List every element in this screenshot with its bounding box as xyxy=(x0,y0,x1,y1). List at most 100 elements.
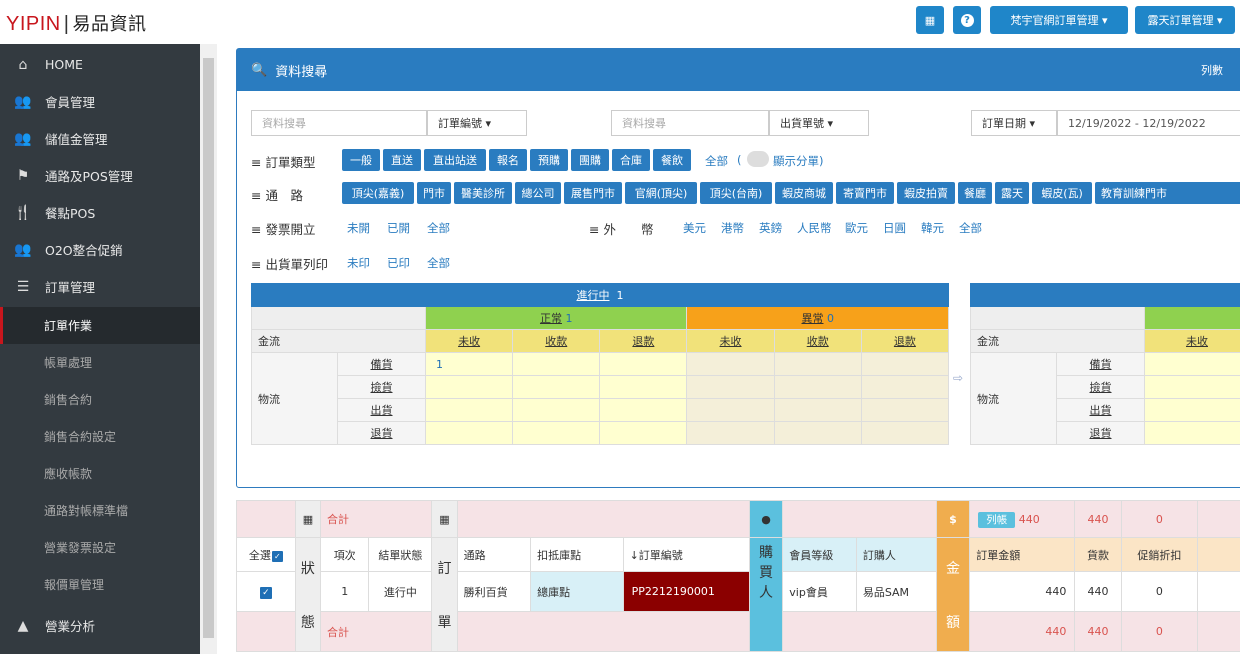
currency-option[interactable]: 美元 xyxy=(683,220,706,236)
order-type-chip[interactable]: 預購 xyxy=(530,149,568,171)
status-cell[interactable] xyxy=(860,398,950,422)
logistics-row-text[interactable]: 退貨 xyxy=(1090,427,1112,440)
status-cell[interactable] xyxy=(1144,375,1240,399)
channel-chip[interactable]: 餐廳 xyxy=(958,182,992,204)
channel-chip[interactable]: 醫美診所 xyxy=(454,182,512,204)
sidebar-item-members[interactable]: 👥 會員管理 xyxy=(0,83,200,120)
cash-col-label[interactable]: 未收 xyxy=(458,335,480,348)
col-channel[interactable]: 通路 xyxy=(456,537,532,572)
status-cell[interactable] xyxy=(773,398,862,422)
currency-option[interactable]: 港幣 xyxy=(721,220,744,236)
channel-chip[interactable]: 教育訓練門市 xyxy=(1095,182,1240,204)
status-cell[interactable] xyxy=(599,375,688,399)
cash-col-label[interactable]: 退款 xyxy=(894,335,916,348)
channel-chip[interactable]: 蝦皮拍賣 xyxy=(897,182,955,204)
order-type-chip[interactable]: 餐飲 xyxy=(653,149,691,171)
logistics-row-text[interactable]: 退貨 xyxy=(371,427,393,440)
cash-col-label[interactable]: 收款 xyxy=(807,335,829,348)
sidebar-item-home[interactable]: ⌂ HOME xyxy=(0,46,200,83)
search-input-shipment[interactable]: 資料搜尋 xyxy=(611,110,769,136)
normal-header[interactable]: 正常 1 xyxy=(424,306,688,330)
cols-label[interactable]: 列數 xyxy=(1201,62,1223,78)
order-type-all[interactable]: 全部 xyxy=(705,153,728,169)
sidebar-item-channels[interactable]: ⚑ 通路及POS管理 xyxy=(0,157,200,194)
channel-chip[interactable]: 露天 xyxy=(995,182,1029,204)
logistics-row-label[interactable]: 撿貨 xyxy=(337,375,426,399)
logistics-row-label[interactable]: 撿貨 xyxy=(1056,375,1145,399)
help-button[interactable]: ? xyxy=(953,6,981,34)
cash-col[interactable]: 未收 xyxy=(686,329,775,353)
row-checkbox[interactable]: ✓ xyxy=(236,571,296,612)
sidebar-sub-order-ops[interactable]: 訂單作業 xyxy=(0,307,200,344)
status-cell[interactable] xyxy=(686,398,775,422)
status-cell[interactable]: 1 xyxy=(424,352,514,376)
status-cell[interactable] xyxy=(512,375,601,399)
logistics-row-label[interactable]: 備貨 xyxy=(1056,352,1145,376)
col-level[interactable]: 會員等級 xyxy=(782,537,857,572)
col-amount[interactable]: 訂單金額 xyxy=(969,537,1076,572)
sidebar-sub-quotes[interactable]: 報價單管理 xyxy=(0,566,200,603)
status-cell[interactable] xyxy=(686,375,775,399)
sidebar-item-analytics[interactable]: ▲ 營業分析 xyxy=(0,607,200,644)
channel-chip[interactable]: 蝦皮(瓦) xyxy=(1032,182,1092,204)
sidebar-item-stored-value[interactable]: 👥 儲值金管理 xyxy=(0,120,200,157)
cash-col[interactable]: 收款 xyxy=(512,329,601,353)
normal-label[interactable]: 正常 xyxy=(540,312,562,325)
col-buyer[interactable]: 訂購人 xyxy=(855,537,937,572)
table-row[interactable]: ✓ 1 進行中 勝利百貨 總庫點 PP2212190001 vip會員 易品SA… xyxy=(236,571,1240,612)
status-cell[interactable] xyxy=(860,352,950,376)
logo[interactable]: YIPIN | 易品資訊 xyxy=(6,10,146,36)
date-range-input[interactable]: 12/19/2022 - 12/19/2022 xyxy=(1057,110,1240,136)
menu-button-official[interactable]: 梵宇官網訂單管理 ▾ xyxy=(990,6,1128,34)
status-cell[interactable] xyxy=(773,421,862,445)
sidebar-sub-billing[interactable]: 帳單處理 xyxy=(0,344,200,381)
status-cell[interactable] xyxy=(773,352,862,376)
status-title[interactable]: 進行中 xyxy=(577,289,610,302)
logistics-row-text[interactable]: 出貨 xyxy=(1090,404,1112,417)
logistics-row-label[interactable]: 出貨 xyxy=(337,398,426,422)
order-type-chip[interactable]: 合庫 xyxy=(612,149,650,171)
date-field-dropdown[interactable]: 訂單日期 ▾ xyxy=(971,110,1057,136)
shipment-field-dropdown[interactable]: 出貨單號 ▾ xyxy=(769,110,869,136)
channel-chip[interactable]: 蝦皮商城 xyxy=(775,182,833,204)
order-type-chip[interactable]: 直送 xyxy=(383,149,421,171)
sidebar-sub-contracts[interactable]: 銷售合約 xyxy=(0,381,200,418)
abnormal-label[interactable]: 異常 xyxy=(801,312,823,325)
logistics-row-text[interactable]: 出貨 xyxy=(371,404,393,417)
status-cell[interactable] xyxy=(599,421,688,445)
menu-button-ruten[interactable]: 露天訂單管理 ▾ xyxy=(1135,6,1235,34)
channel-chip[interactable]: 展售門市 xyxy=(564,182,622,204)
status-cell[interactable] xyxy=(424,398,514,422)
order-type-chip[interactable]: 一般 xyxy=(342,149,380,171)
cash-col[interactable]: 未收 xyxy=(1144,329,1240,353)
checkbox-icon[interactable]: ✓ xyxy=(259,586,272,599)
status-cell[interactable] xyxy=(1144,421,1240,445)
list-button[interactable]: 列帳 xyxy=(978,511,1016,528)
logistics-row-label[interactable]: 退貨 xyxy=(337,421,426,445)
status-cell[interactable] xyxy=(599,398,688,422)
logistics-row-text[interactable]: 備貨 xyxy=(371,358,393,371)
logistics-row-label[interactable]: 出貨 xyxy=(1056,398,1145,422)
status-cell[interactable] xyxy=(424,421,514,445)
status-cell[interactable] xyxy=(686,352,775,376)
status-cell[interactable] xyxy=(860,421,950,445)
logistics-row-text[interactable]: 撿貨 xyxy=(1090,381,1112,394)
cash-col[interactable]: 收款 xyxy=(773,329,862,353)
cash-col[interactable]: 退款 xyxy=(860,329,950,353)
split-order-toggle[interactable] xyxy=(747,151,769,167)
status-cell[interactable] xyxy=(599,352,688,376)
col-paid[interactable]: 貨款 xyxy=(1074,537,1122,572)
currency-option[interactable]: 日圓 xyxy=(883,220,906,236)
cash-col[interactable]: 退款 xyxy=(599,329,688,353)
sidebar-item-o2o[interactable]: 👥 O2O整合促銷 xyxy=(0,231,200,268)
col-warehouse[interactable]: 扣抵庫點 xyxy=(530,537,624,572)
status-cell[interactable] xyxy=(512,421,601,445)
channel-chip[interactable]: 官網(頂尖) xyxy=(625,182,697,204)
sidebar-sub-contract-settings[interactable]: 銷售合約設定 xyxy=(0,418,200,455)
channel-chip[interactable]: 門市 xyxy=(417,182,451,204)
status-cell[interactable] xyxy=(424,375,514,399)
abnormal-header[interactable]: 異常 0 xyxy=(686,306,949,330)
checkbox-icon[interactable]: ✓ xyxy=(271,550,283,562)
cash-col-label[interactable]: 未收 xyxy=(1186,335,1208,348)
invoice-option[interactable]: 未開 xyxy=(347,220,370,236)
